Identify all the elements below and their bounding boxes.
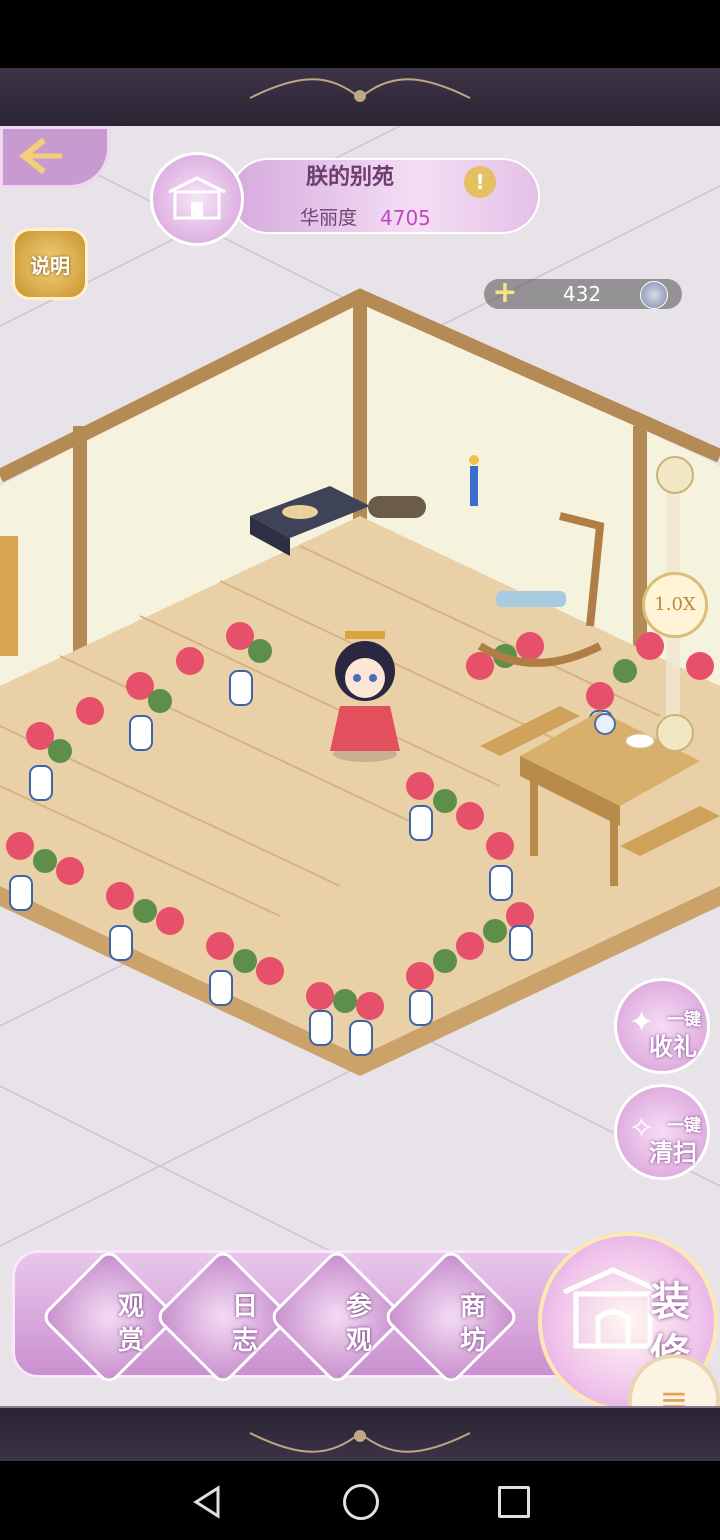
recent-apps-icon[interactable] [498,1486,530,1518]
top-frame-ornament [0,68,720,128]
shop-label: 商坊 [460,1292,487,1356]
plus-icon[interactable]: + [492,278,518,309]
zoom-min-knob[interactable] [656,714,694,752]
back-icon[interactable] [190,1484,226,1520]
collect-gifts-label-bottom: 收礼 [649,1032,697,1061]
zoom-max-knob[interactable] [656,456,694,494]
back-button[interactable] [0,126,110,188]
appreciate-label: 观赏 [118,1292,145,1356]
coin-icon [640,281,668,309]
currency-value: 432 [562,282,602,306]
explain-button[interactable]: 说明 [12,228,88,300]
prestige-label: 华丽度 [300,207,358,229]
bottom-frame-ornament [0,1406,720,1463]
exclamation-icon[interactable]: ! [464,166,496,198]
game-room-scene[interactable] [0,126,720,1406]
sweep-label-bottom: 清扫 [649,1138,697,1167]
status-bar [0,0,720,68]
zoom-slider-handle[interactable]: 1.0X [642,572,708,638]
sweep-button[interactable]: ✧ 一键 清扫 [614,1084,710,1180]
back-arrow-icon [19,137,62,175]
prestige-value: 4705 [380,206,431,230]
home-icon[interactable] [343,1484,379,1520]
garden-name: 朕的别苑 [305,165,394,190]
collect-gifts-button[interactable]: ✦ 一键 收礼 [614,978,710,1074]
explain-label: 说明 [30,253,70,278]
android-nav-bar [0,1461,720,1540]
visit-label: 参观 [346,1292,373,1356]
journal-label: 日志 [232,1292,259,1356]
pavilion-emblem-icon [150,152,244,246]
